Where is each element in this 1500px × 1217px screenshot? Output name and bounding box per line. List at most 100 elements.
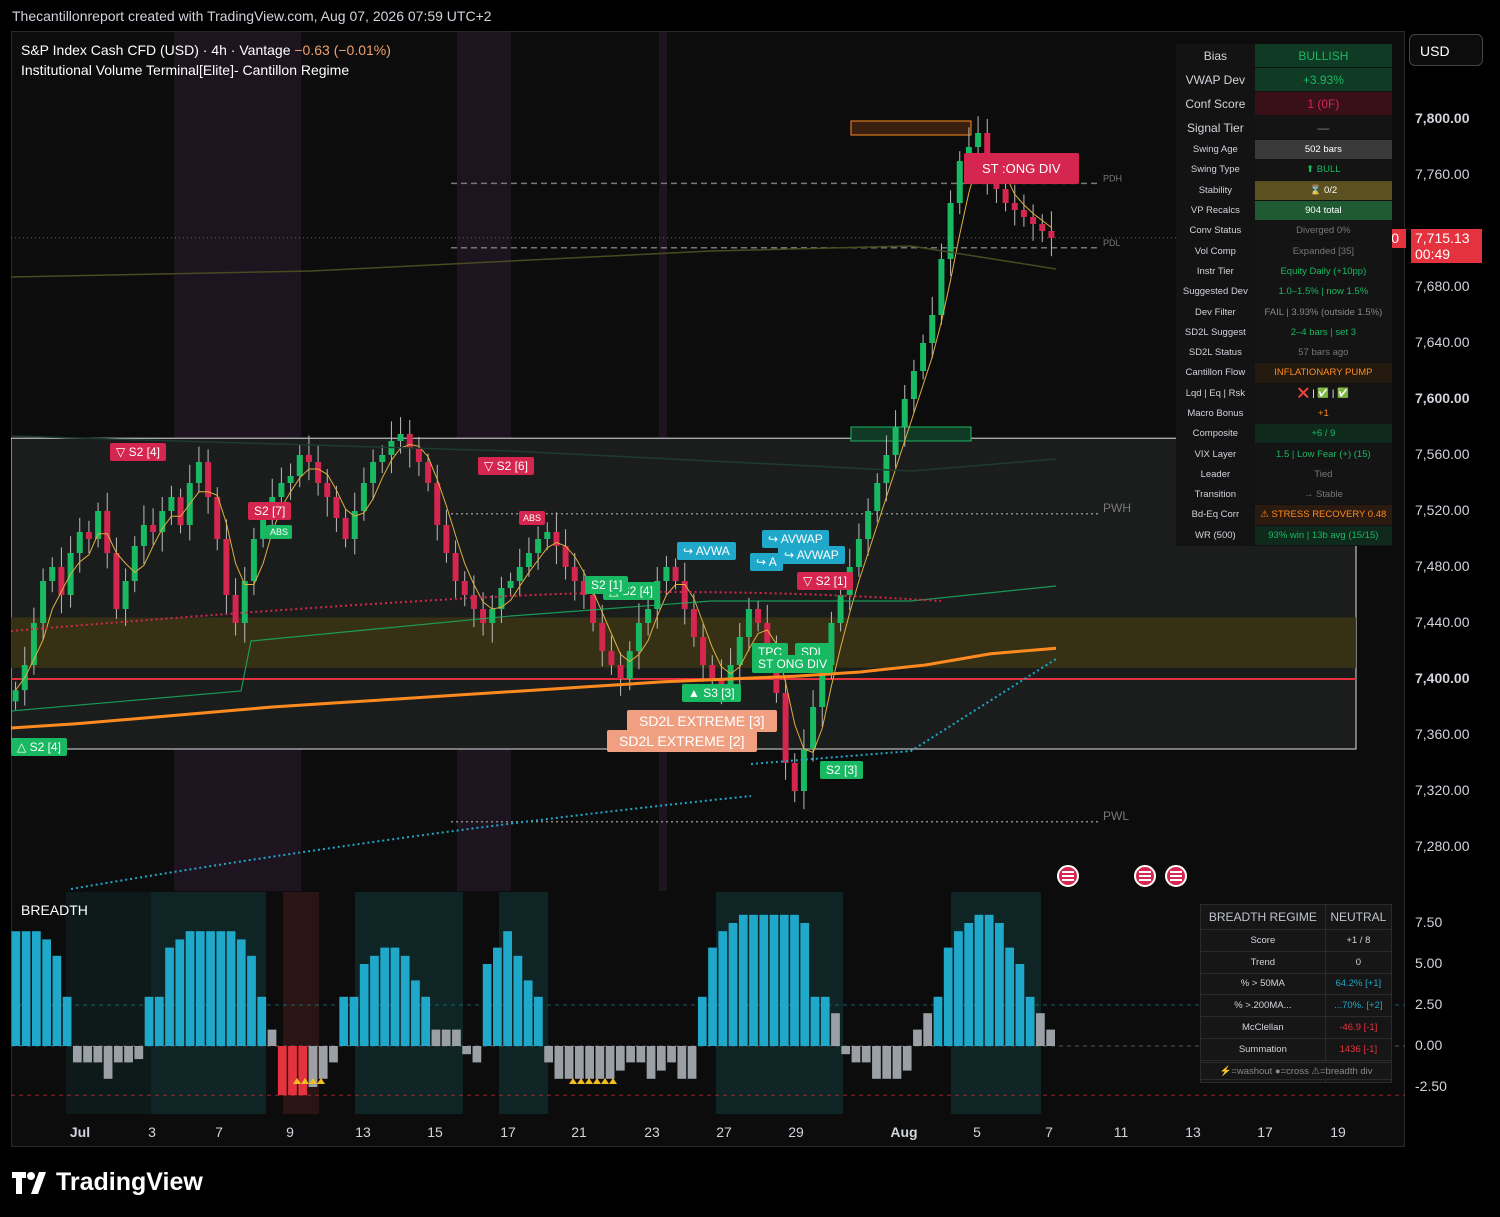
time-tick-label: 5 [973,1124,981,1140]
candle-body [241,581,248,623]
candle-body [645,609,652,623]
breadth-key: % >.200MA... [1200,994,1326,1018]
symbol-legend[interactable]: S&P Index Cash CFD (USD) · 4h · Vantage … [21,42,391,58]
tradingview-logo-icon [12,1171,46,1194]
breadth-bar [298,1046,308,1096]
symbol-line: S&P Index Cash CFD (USD) · 4h · Vantage [21,42,291,58]
candle-body [150,525,157,532]
washout-marker [609,1078,617,1084]
time-tick-label: 13 [1185,1124,1201,1140]
info-key: SD2L Suggest [1176,322,1255,343]
candle-body [1011,203,1018,210]
candle-body [461,581,468,595]
breadth-value: 1436 [-1] [1324,1037,1393,1061]
breadth-bar [11,931,21,1046]
price-tick-label: 7,520.00 [1415,502,1470,518]
breadth-bar [267,1029,277,1046]
info-row: SD2L Suggest 2–4 bars | set 3 [1176,322,1392,343]
breadth-row: Summation 1436 [-1] [1200,1037,1393,1061]
breadth-bar [646,1046,656,1079]
info-row: Macro Bonus +1 [1176,403,1392,425]
candle-body [195,462,202,483]
breadth-bar [974,914,984,1046]
info-key: Suggested Dev [1176,281,1255,303]
breadth-bar [452,1029,461,1046]
us-flag-icon[interactable] [1165,865,1187,887]
breadth-bar [288,1046,297,1096]
pdl-line-label: PDL [1103,238,1121,248]
breadth-bar [421,996,431,1046]
info-row: Bd-Eq Corr ⚠ STRESS RECOVERY 0.48 [1176,504,1392,526]
info-key: Instr Tier [1176,261,1255,283]
breadth-bar [195,931,205,1046]
us-flag-icon[interactable] [1057,865,1079,887]
info-row: Signal Tier — [1176,115,1392,140]
breadth-bar [697,996,707,1046]
breadth-chart[interactable] [11,892,1405,1114]
breadth-tick-label: -2.50 [1415,1078,1447,1094]
sd2l-extreme-tag: SD2L EXTREME [3] [627,710,777,732]
breadth-bar [62,996,72,1046]
breadth-bar [257,996,267,1046]
info-value: 1.0–1.5% | now 1.5% [1254,281,1392,303]
info-row: Stability ⌛ 0/2 [1176,180,1392,201]
time-tick-label: 21 [571,1124,587,1140]
breadth-bar [656,1046,666,1071]
breadth-bar [964,923,974,1046]
info-value: +1 [1254,403,1392,425]
info-row: Swing Age 502 bars [1176,139,1392,161]
candle-body [1030,217,1037,224]
info-row: Transition → Stable [1176,484,1392,506]
candle-body [920,343,927,371]
info-row: Dev Filter FAIL | 3.93% (outside 1.5%) [1176,301,1392,323]
us-flag-icon[interactable] [1134,865,1156,887]
info-key: SD2L Status [1176,342,1255,364]
breadth-legend: ⚡=washout ●=cross ⚠=breadth div [1200,1062,1392,1080]
info-value: 2–4 bars | set 3 [1254,322,1392,343]
info-value: 1 (0F) [1254,91,1392,116]
breadth-title: BREADTH [21,902,88,918]
info-value: ⚠ STRESS RECOVERY 0.48 [1254,504,1392,526]
indicator-legend[interactable]: Institutional Volume Terminal[Elite]- Ca… [21,62,349,78]
signal-tag: ▽ S2 [1] [797,572,853,590]
signal-tag: ▽ S2 [4] [110,443,166,461]
candle-body [296,455,303,476]
candle-body [305,455,312,462]
breadth-key: Summation [1200,1037,1326,1061]
breadth-bar [503,931,513,1046]
breadth-bar [718,931,728,1046]
info-key: Lqd | Eq | Rsk [1176,383,1255,404]
info-value: +3.93% [1254,67,1392,92]
candle-body [535,539,542,553]
info-row: Conv Status Diverged 0% [1176,220,1392,242]
candle-body [516,567,523,581]
info-row: VWAP Dev +3.93% [1176,67,1392,92]
info-key: Conf Score [1176,91,1255,116]
breadth-bar [636,1046,646,1063]
breadth-bar [134,1046,144,1060]
breadth-bar [493,947,502,1046]
candle-body [938,259,945,315]
abs-tag: ABS [519,511,546,525]
candle-body [1002,189,1009,203]
signal-tag: △ S2 [4] [11,738,67,756]
info-key: VIX Layer [1176,443,1255,465]
candle-body [892,427,899,455]
breadth-row: McClellan -46.9 [-1] [1200,1016,1393,1039]
pwh-line-label: PWH [1103,501,1131,515]
time-tick-label: 17 [1257,1124,1273,1140]
currency-button[interactable]: USD [1409,34,1483,66]
breadth-bar [93,1046,103,1063]
breadth-bar [534,996,543,1046]
tradingview-logo[interactable]: TradingView [12,1168,203,1197]
candle-body [480,609,487,623]
info-value: 93% win | 13b avg (15/15) [1254,525,1392,546]
breadth-key: McClellan [1200,1016,1326,1039]
info-value: ❌ | ✅ | ✅ [1254,383,1392,404]
info-value: 1.5 | Low Fear (+) (15) [1254,443,1392,465]
candle-body [901,399,908,427]
time-tick-label: 13 [355,1124,371,1140]
breadth-bar [400,955,410,1046]
breadth-bar [1005,947,1015,1046]
info-row: Bias BULLISH [1176,44,1392,68]
